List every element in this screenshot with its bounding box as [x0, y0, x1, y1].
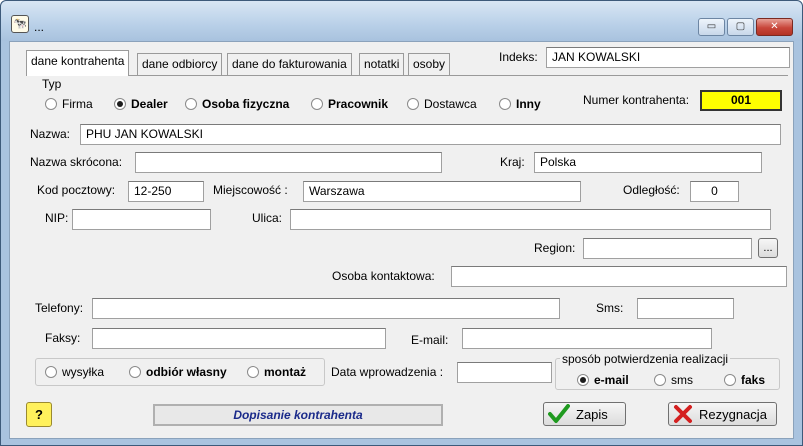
maximize-button[interactable]: ▢ — [727, 18, 754, 36]
nazwa-label: Nazwa: — [30, 127, 71, 141]
typ-dealer-radio[interactable]: Dealer — [114, 97, 168, 111]
sms-input[interactable] — [637, 298, 734, 319]
faksy-input[interactable] — [92, 328, 386, 349]
minimize-button[interactable]: ▭ — [698, 18, 725, 36]
region-input[interactable] — [583, 238, 752, 259]
potwierdzenie-faks-radio[interactable]: faks — [724, 373, 765, 387]
help-icon: ? — [35, 407, 43, 422]
dialog-body: dane kontrahenta dane odbiorcy dane do f… — [9, 41, 794, 439]
ulica-input[interactable] — [290, 209, 771, 230]
typ-osoba-fizyczna-radio[interactable]: Osoba fizyczna — [185, 97, 289, 111]
odleglosc-input[interactable]: 0 — [690, 181, 739, 202]
indeks-input[interactable]: JAN KOWALSKI — [546, 47, 790, 68]
title-bar: 🐄 ... ▭ ▢ ✕ — [1, 1, 802, 41]
typ-dostawca-radio[interactable]: Dostawca — [407, 97, 477, 111]
potwierdzenie-sms-radio[interactable]: sms — [654, 373, 693, 387]
region-label: Region: — [534, 241, 576, 255]
kraj-label: Kraj: — [500, 155, 525, 169]
potwierdzenie-email-radio[interactable]: e-mail — [577, 373, 629, 387]
potwierdzenie-label: sposób potwierdzenia realizacji — [560, 352, 731, 366]
ulica-label: Ulica: — [252, 211, 283, 225]
indeks-label: Indeks: — [499, 50, 538, 64]
typ-firma-radio[interactable]: Firma — [45, 97, 93, 111]
odbior-wlasny-radio[interactable]: odbiór własny — [129, 365, 227, 379]
nazwa-skrocona-input[interactable] — [135, 152, 442, 173]
typ-label: Typ — [42, 77, 62, 91]
nazwa-skrocona-label: Nazwa skrócona: — [30, 155, 123, 169]
nip-label: NIP: — [45, 211, 69, 225]
cancel-button[interactable]: Rezygnacja — [668, 402, 777, 426]
cancel-button-label: Rezygnacja — [699, 406, 767, 422]
data-wprowadzenia-label: Data wprowadzenia : — [331, 365, 444, 379]
osoba-kontaktowa-label: Osoba kontaktowa: — [332, 269, 435, 283]
typ-pracownik-radio[interactable]: Pracownik — [311, 97, 388, 111]
check-icon — [548, 404, 570, 423]
app-window: 🐄 ... ▭ ▢ ✕ dane kontrahenta dane odbior… — [0, 0, 803, 446]
kraj-input[interactable]: Polska — [534, 152, 762, 173]
close-button[interactable]: ✕ — [756, 18, 793, 36]
save-button-label: Zapis — [576, 406, 608, 422]
cross-icon — [674, 405, 692, 423]
numer-kontrahenta-input[interactable]: 001 — [700, 90, 782, 111]
telefony-input[interactable] — [92, 298, 560, 319]
odleglosc-label: Odległość: — [623, 183, 680, 197]
save-button[interactable]: Zapis — [543, 402, 626, 426]
tab-notatki[interactable]: notatki — [359, 53, 405, 75]
data-wprowadzenia-input[interactable] — [457, 362, 552, 383]
telefony-label: Telefony: — [35, 301, 84, 315]
faksy-label: Faksy: — [45, 331, 81, 345]
miejscowosc-input[interactable]: Warszawa — [303, 181, 581, 202]
tab-dane-odbiorcy[interactable]: dane odbiorcy — [137, 53, 223, 75]
nazwa-input[interactable]: PHU JAN KOWALSKI — [80, 124, 781, 145]
kod-pocztowy-input[interactable]: 12-250 — [128, 181, 204, 202]
tab-dane-kontrahenta[interactable]: dane kontrahenta — [26, 50, 130, 76]
osoba-kontaktowa-input[interactable] — [451, 266, 787, 287]
email-input[interactable] — [462, 328, 712, 349]
wysylka-radio[interactable]: wysyłka — [45, 365, 104, 379]
tab-osoby[interactable]: osoby — [408, 53, 451, 75]
status-panel: Dopisanie kontrahenta — [153, 404, 443, 426]
kod-pocztowy-label: Kod pocztowy: — [37, 183, 116, 197]
montaz-radio[interactable]: montaż — [247, 365, 306, 379]
typ-inny-radio[interactable]: Inny — [499, 97, 541, 111]
email-label: E-mail: — [411, 333, 449, 347]
nip-input[interactable] — [72, 209, 211, 230]
numer-kontrahenta-label: Numer kontrahenta: — [583, 93, 690, 107]
help-button[interactable]: ? — [26, 402, 52, 427]
sms-label: Sms: — [596, 301, 624, 315]
miejscowosc-label: Miejscowość : — [213, 183, 288, 197]
window-title: ... — [34, 20, 45, 34]
tab-dane-do-fakturowania[interactable]: dane do fakturowania — [227, 53, 352, 75]
cow-icon[interactable]: 🐄 — [11, 15, 29, 33]
region-browse-button[interactable]: ... — [758, 238, 778, 258]
